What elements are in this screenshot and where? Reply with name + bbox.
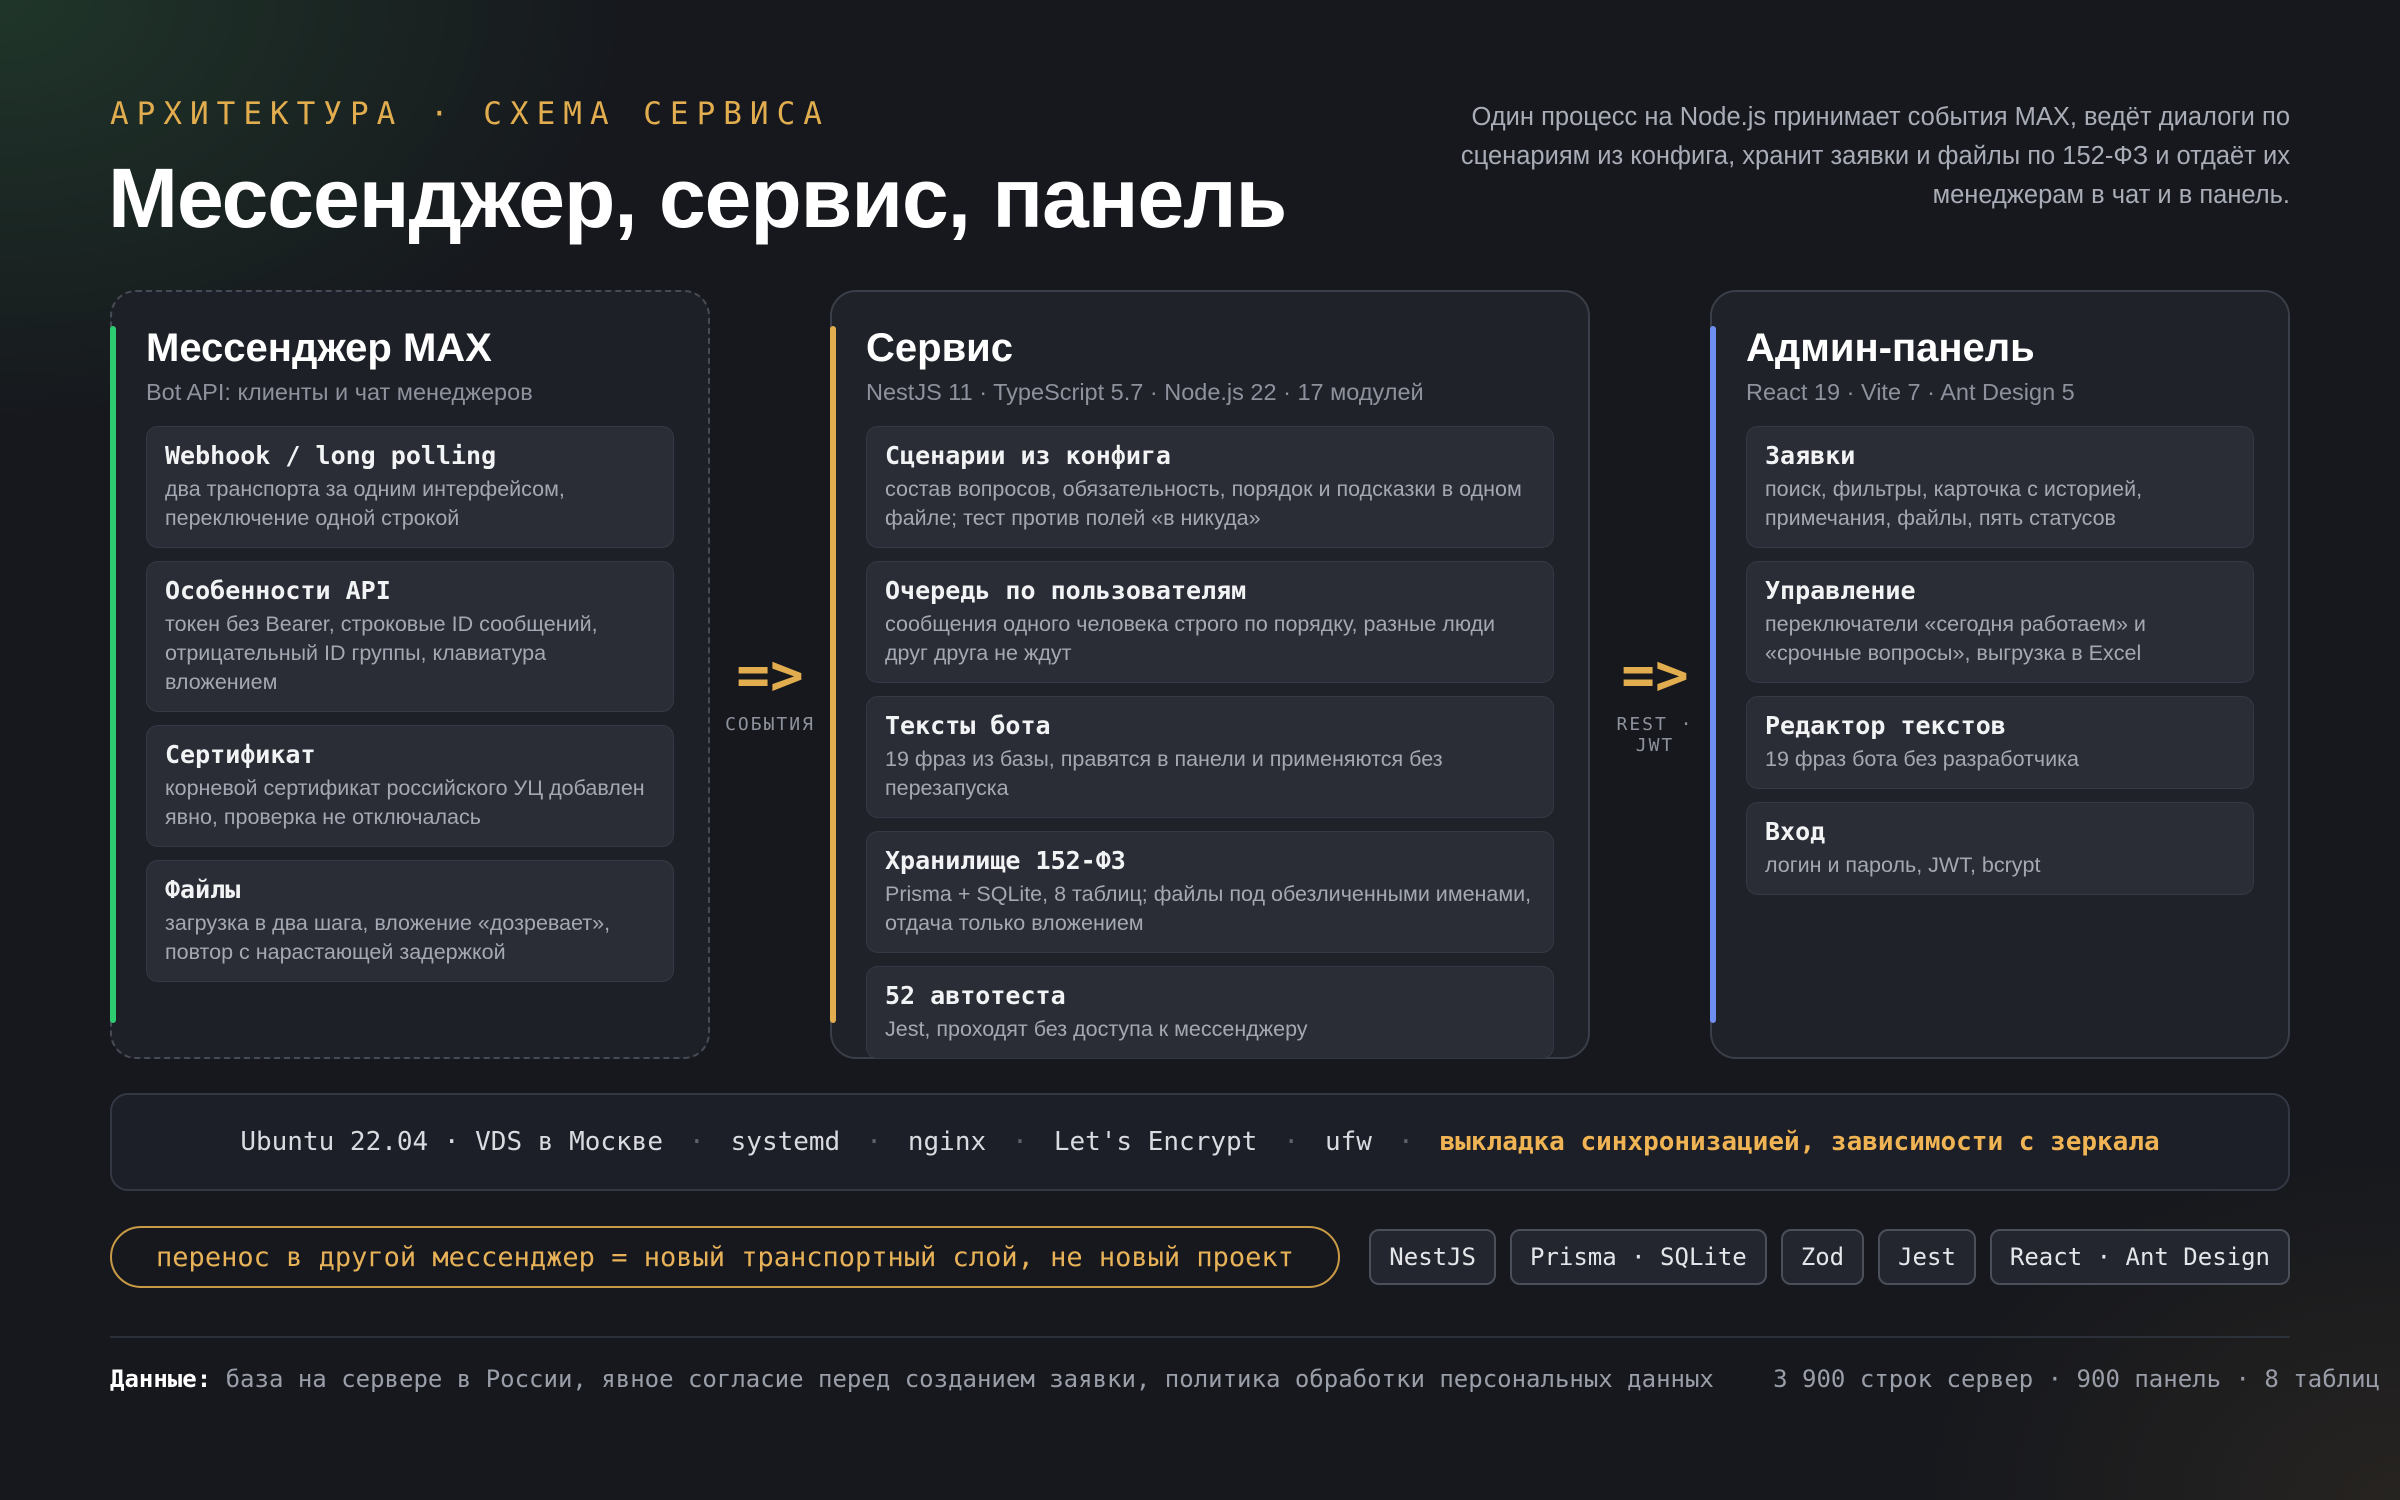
card-storage: Хранилище 152‑ФЗ Prisma + SQLite, 8 табл… [866,831,1554,953]
infra-item: ufw [1324,1127,1372,1157]
panel-subtitle: Bot API: клиенты и чат менеджеров [146,379,533,405]
card-title: Редактор текстов [1765,711,2006,740]
card-desc: Jest, проходят без доступа к мессенджеру [885,1017,1308,1041]
card-desc: корневой сертификат российского УЦ добав… [165,776,645,829]
card-desc: логин и пароль, JWT, bcrypt [1765,853,2041,877]
card-api: Особенности API токен без Bearer, строко… [146,561,674,712]
card-requests: Заявки поиск, фильтры, карточка с истори… [1746,426,2254,548]
infra-item: nginx [907,1127,987,1157]
eyebrow: АРХИТЕКТУРА · СХЕМА СЕРВИСА [110,96,830,132]
page-title: Мессенджер, сервис, панель [108,151,1287,245]
tag: NestJS [1369,1229,1496,1285]
card-queue: Очередь по пользователям сообщения одног… [866,561,1554,683]
tag: Zod [1780,1229,1865,1285]
card-desc: поиск, фильтры, карточка с историей, при… [1765,477,2143,530]
panel-title: Мессенджер MAX [146,326,492,370]
card-title: Сценарии из конфига [885,441,1171,470]
card-title: Управление [1765,576,1916,605]
tag: Prisma · SQLite [1510,1229,1767,1285]
infra-bar: Ubuntu 22.04 · VDS в Москве · systemd · … [110,1093,2290,1191]
arrow-label: REST · JWT [1616,714,1694,756]
card-tests: 52 автотеста Jest, проходят без доступа … [866,966,1554,1059]
card-files: Файлы загрузка в два шага, вложение «доз… [146,860,674,982]
panel-title: Админ-панель [1746,326,2035,370]
card-desc: переключатели «сегодня работаем» и «сроч… [1765,612,2146,665]
card-webhook: Webhook / long polling два транспорта за… [146,426,674,548]
separator: · [1012,1127,1028,1157]
arrow-right-icon: => [736,643,804,708]
separator: · [866,1127,882,1157]
separator: · [1397,1127,1414,1157]
migration-note: перенос в другой мессенджер = новый тран… [110,1226,1340,1288]
admin-panel: Админ-панель React 19 · Vite 7 · Ant Des… [1710,290,2290,1059]
tag: Jest [1878,1229,1976,1285]
card-desc: состав вопросов, обязательность, порядок… [885,477,1522,530]
card-desc: два транспорта за одним интерфейсом, пер… [165,477,565,530]
card-desc: токен без Bearer, строковые ID сообщений… [165,612,598,694]
card-title: Очередь по пользователям [885,576,1247,605]
footer-data-note: Данные: база на сервере в России, явное … [110,1365,1714,1393]
card-title: Тексты бота [885,711,1051,740]
card-certificate: Сертификат корневой сертификат российско… [146,725,674,847]
card-desc: 19 фраз из базы, правятся в панели и при… [885,747,1443,800]
footer-text: база на сервере в России, явное согласие… [225,1365,1714,1393]
card-desc: 19 фраз бота без разработчика [1765,747,2079,771]
card-scenarios: Сценарии из конфига состав вопросов, обя… [866,426,1554,548]
card-title: Заявки [1765,441,1856,470]
card-title: Сертификат [165,740,316,769]
card-text-editor: Редактор текстов 19 фраз бота без разраб… [1746,696,2254,789]
service-panel: Сервис NestJS 11 · TypeScript 5.7 · Node… [830,290,1590,1059]
panel-subtitle: NestJS 11 · TypeScript 5.7 · Node.js 22 … [866,379,1424,405]
panel-title: Сервис [866,326,1013,370]
infra-item: Let's Encrypt [1053,1127,1258,1157]
separator: · [688,1127,705,1157]
footer-label: Данные: [110,1365,212,1393]
card-login: Вход логин и пароль, JWT, bcrypt [1746,802,2254,895]
card-desc: Prisma + SQLite, 8 таблиц; файлы под обе… [885,882,1532,935]
arrow-events: => СОБЫТИЯ [720,643,820,736]
card-title: Вход [1765,817,1826,846]
footer-stats: 3 900 строк сервер · 900 панель · 8 табл… [1773,1365,2380,1393]
card-title: 52 автотеста [885,981,1066,1010]
card-title: Webhook / long polling [165,441,497,470]
separator: · [1283,1127,1299,1157]
divider [110,1336,2290,1338]
panel-subtitle: React 19 · Vite 7 · Ant Design 5 [1746,379,2075,405]
card-title: Особенности API [165,576,391,605]
card-desc: сообщения одного человека строго по поря… [885,612,1496,665]
arrow-right-icon: => [1621,643,1689,708]
card-desc: загрузка в два шага, вложение «дозревает… [165,911,611,964]
arrow-rest: => REST · JWT [1600,643,1710,757]
arrow-label: СОБЫТИЯ [725,714,815,735]
card-title: Хранилище 152‑ФЗ [885,846,1126,875]
intro-text: Один процесс на Node.js принимает событи… [1460,103,2290,209]
messenger-panel: Мессенджер MAX Bot API: клиенты и чат ме… [110,290,710,1059]
card-title: Файлы [165,875,241,904]
card-bot-texts: Тексты бота 19 фраз из базы, правятся в … [866,696,1554,818]
tag: React · Ant Design [1989,1229,2290,1285]
card-management: Управление переключатели «сегодня работа… [1746,561,2254,683]
infra-item: systemd [730,1127,841,1157]
infra-item: Ubuntu 22.04 · VDS в Москве [240,1127,663,1157]
tech-tags: NestJS Prisma · SQLite Zod Jest React · … [1369,1229,2290,1285]
infra-highlight: выкладка синхронизацией, зависимости с з… [1439,1127,2160,1157]
